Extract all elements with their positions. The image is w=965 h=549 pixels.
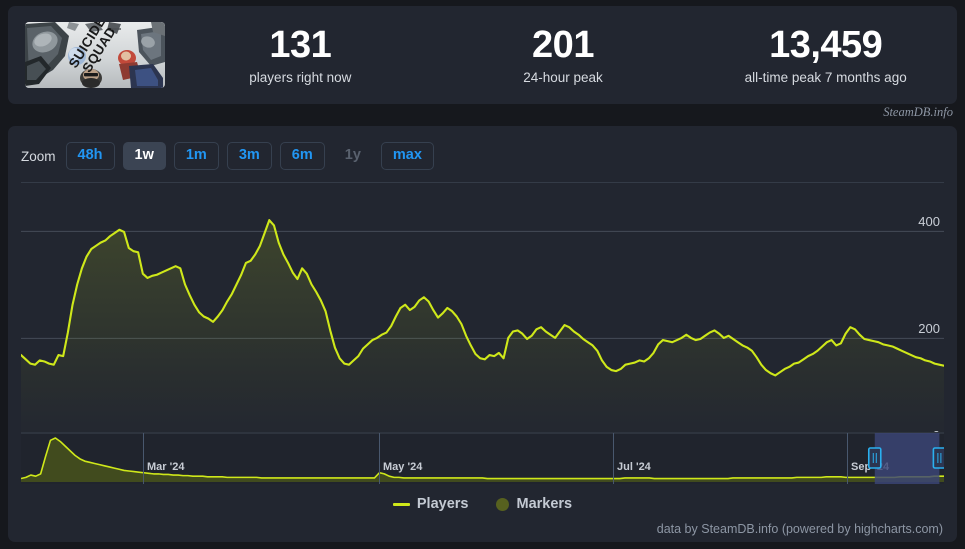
zoom-button-6m[interactable]: 6m [279,142,325,170]
series-area-fill [21,220,944,445]
y-axis-tick-label: 200 [918,321,940,336]
stat-label: 24-hour peak [523,70,603,85]
navigator-selection-mask[interactable] [874,433,940,484]
stat-players-now: 131 players right now [169,24,432,86]
zoom-button-1w[interactable]: 1w [122,142,166,170]
navigator-tick-label: May '24 [383,461,423,473]
legend-item-markers[interactable]: Markers [496,496,572,512]
navigator-handle-right[interactable] [932,447,944,469]
zoom-button-48h[interactable]: 48h [65,142,115,170]
stat-value: 201 [532,24,594,66]
stat-label: players right now [249,70,352,85]
stat-value: 131 [269,24,332,66]
chart-legend: Players Markers [8,496,957,512]
legend-label: Players [416,496,469,512]
game-capsule-art: SUICIDE SQUAD [25,22,165,88]
navigator-handle-left[interactable] [867,447,882,469]
stats-panel: SUICIDE SQUAD 131 players right now 201 … [8,6,957,104]
zoom-range-selector: Zoom 48h 1w 1m 3m 6m 1y max [21,142,434,170]
stat-24h-peak: 201 24-hour peak [432,24,695,86]
legend-item-players[interactable]: Players [392,496,469,512]
zoom-button-max[interactable]: max [380,142,434,170]
y-axis-tick-label: 400 [918,214,940,229]
navigator-tick-label: Jul '24 [617,461,652,473]
zoom-button-3m[interactable]: 3m [226,142,272,170]
legend-label: Markers [516,496,573,512]
chart-panel: Zoom 48h 1w 1m 3m 6m 1y max 200 400 Mar … [8,126,957,542]
game-capsule-image[interactable]: SUICIDE SQUAD [25,22,165,88]
zoom-button-1y: 1y [333,142,373,170]
legend-line-icon [392,502,410,506]
chart-credit: data by SteamDB.info (powered by highcha… [656,522,943,536]
stat-all-time-peak: 13,459 all-time peak 7 months ago [694,24,957,86]
legend-dot-icon [496,497,510,511]
stat-value: 13,459 [769,24,883,66]
steamdb-attribution: SteamDB.info [883,105,953,119]
navigator-mini-chart[interactable]: Mar '24May '24Jul '24Sep '24 [21,432,944,484]
steamdb-chart-page: SUICIDE SQUAD 131 players right now 201 … [0,0,965,549]
chart-navigator[interactable]: Mar '24May '24Jul '24Sep '24 [21,432,944,484]
navigator-tick-label: Mar '24 [147,461,185,473]
zoom-label: Zoom [21,148,56,164]
zoom-button-1m[interactable]: 1m [173,142,219,170]
stat-label: all-time peak 7 months ago [744,70,907,85]
